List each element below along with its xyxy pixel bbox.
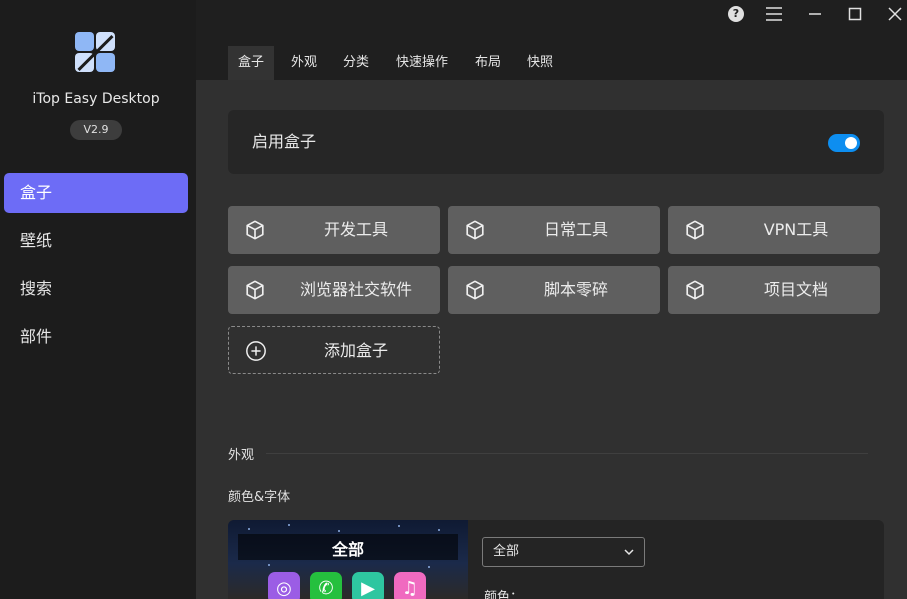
app-logo xyxy=(75,32,117,74)
enable-boxes-toggle[interactable] xyxy=(828,134,860,152)
sidebar-item-search[interactable]: 搜索 xyxy=(4,269,188,309)
tab-layout[interactable]: 布局 xyxy=(466,46,510,80)
preview-title: 全部 xyxy=(331,540,364,559)
add-box-label: 添加盒子 xyxy=(323,341,388,360)
cube-icon xyxy=(466,220,484,240)
box-button-project-docs[interactable]: 项目文档 xyxy=(668,266,880,314)
category-select-value: 全部 xyxy=(493,544,520,559)
box-button-browser-social[interactable]: 浏览器社交软件 xyxy=(228,266,440,314)
color-label: 颜色： xyxy=(484,590,524,599)
chrome-icon: ◎ xyxy=(268,572,300,599)
box-label: 日常工具 xyxy=(543,220,608,239)
box-label: 开发工具 xyxy=(323,220,388,239)
title-bar: ? xyxy=(196,0,907,28)
add-box-button[interactable]: 添加盒子 xyxy=(228,326,440,374)
close-icon[interactable] xyxy=(884,4,906,24)
section-divider xyxy=(266,453,868,454)
sidebar-item-wallpaper[interactable]: 壁纸 xyxy=(4,221,188,261)
tab-snapshot[interactable]: 快照 xyxy=(518,46,562,80)
preview-image: 全部 ◎ ✆ ▶ ♫ xyxy=(228,520,468,599)
app-name: iTop Easy Desktop xyxy=(32,91,160,107)
sidebar-item-widgets[interactable]: 部件 xyxy=(4,317,188,357)
cube-icon xyxy=(246,280,264,300)
help-icon[interactable]: ? xyxy=(725,4,747,24)
whatsapp-icon: ✆ xyxy=(310,572,342,599)
box-label: 脚本零碎 xyxy=(543,280,608,299)
cube-icon xyxy=(686,220,704,240)
cube-icon xyxy=(246,220,264,240)
chevron-down-icon xyxy=(624,549,634,556)
enable-boxes-label: 启用盒子 xyxy=(252,132,317,151)
tab-boxes[interactable]: 盒子 xyxy=(228,46,274,80)
sidebar-item-boxes[interactable]: 盒子 xyxy=(4,173,188,213)
facetime-icon: ▶ xyxy=(352,572,384,599)
box-button-scripts[interactable]: 脚本零碎 xyxy=(448,266,660,314)
category-select[interactable]: 全部 xyxy=(482,537,645,567)
color-font-label: 颜色&字体 xyxy=(228,490,291,505)
tab-bar: 盒子 外观 分类 快速操作 布局 快照 xyxy=(196,28,907,80)
menu-icon[interactable] xyxy=(763,4,785,24)
cube-icon xyxy=(686,280,704,300)
maximize-icon[interactable] xyxy=(844,4,866,24)
box-label: 项目文档 xyxy=(763,280,828,299)
box-label: 浏览器社交软件 xyxy=(299,280,412,299)
cube-icon xyxy=(466,280,484,300)
enable-boxes-card: 启用盒子 xyxy=(228,110,884,174)
plus-circle-icon xyxy=(246,341,266,361)
box-button-dev-tools[interactable]: 开发工具 xyxy=(228,206,440,254)
box-label: VPN工具 xyxy=(763,220,829,239)
tab-categories[interactable]: 分类 xyxy=(334,46,378,80)
main-panel: 启用盒子 开发工具 日常工具 VPN工具 浏览器社交软件 脚本零碎 项目文档 添… xyxy=(196,80,907,599)
sidebar: iTop Easy Desktop V2.9 盒子 壁纸 搜索 部件 xyxy=(0,0,196,599)
tab-appearance[interactable]: 外观 xyxy=(282,46,326,80)
box-button-daily-tools[interactable]: 日常工具 xyxy=(448,206,660,254)
tab-quick-actions[interactable]: 快速操作 xyxy=(388,46,456,80)
music-icon: ♫ xyxy=(394,572,426,599)
appearance-preview-card: 全部 ◎ ✆ ▶ ♫ 全部 颜色： xyxy=(228,520,884,599)
version-badge: V2.9 xyxy=(70,120,122,140)
minimize-icon[interactable] xyxy=(804,4,826,24)
section-title-appearance: 外观 xyxy=(228,448,255,463)
box-button-vpn-tools[interactable]: VPN工具 xyxy=(668,206,880,254)
